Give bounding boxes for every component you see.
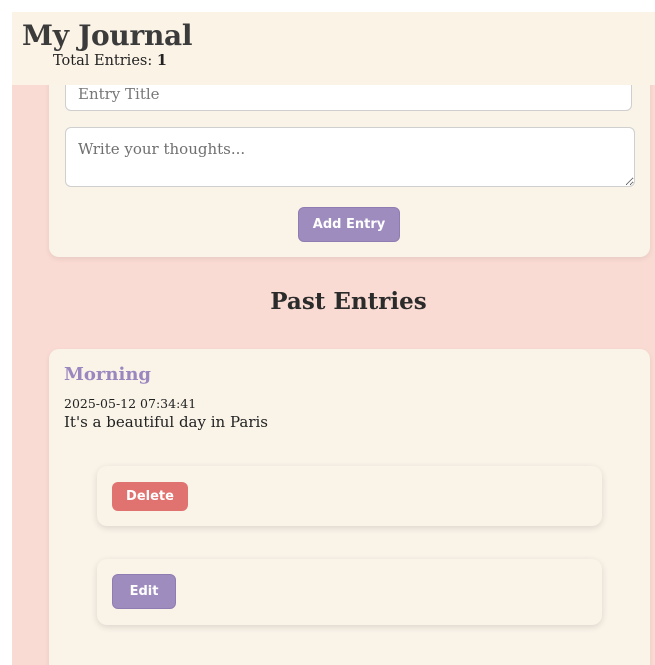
add-entry-button[interactable]: Add Entry: [298, 207, 400, 242]
edit-entry-button[interactable]: Edit: [112, 574, 176, 609]
delete-entry-button[interactable]: Delete: [112, 482, 188, 511]
entry-thoughts-textarea[interactable]: [65, 127, 635, 187]
total-entries-label: Total Entries:: [53, 53, 153, 69]
past-entries-heading: Past Entries: [270, 288, 427, 315]
edit-action-box: Edit: [97, 559, 602, 625]
entry-body-text: It's a beautiful day in Paris: [64, 413, 268, 431]
app-header: My Journal Total Entries: 1: [12, 12, 655, 85]
total-entries-counter: Total Entries: 1: [53, 52, 167, 69]
delete-action-box: Delete: [97, 466, 602, 526]
entry-timestamp: 2025-05-12 07:34:41: [64, 396, 197, 411]
total-entries-count: 1: [156, 52, 167, 69]
app-viewport: Add Entry Past Entries Morning 2025-05-1…: [12, 12, 655, 665]
entry-title: Morning: [64, 364, 152, 385]
entry-card: Morning 2025-05-12 07:34:41 It's a beaut…: [49, 349, 650, 665]
app-title: My Journal: [22, 19, 193, 52]
